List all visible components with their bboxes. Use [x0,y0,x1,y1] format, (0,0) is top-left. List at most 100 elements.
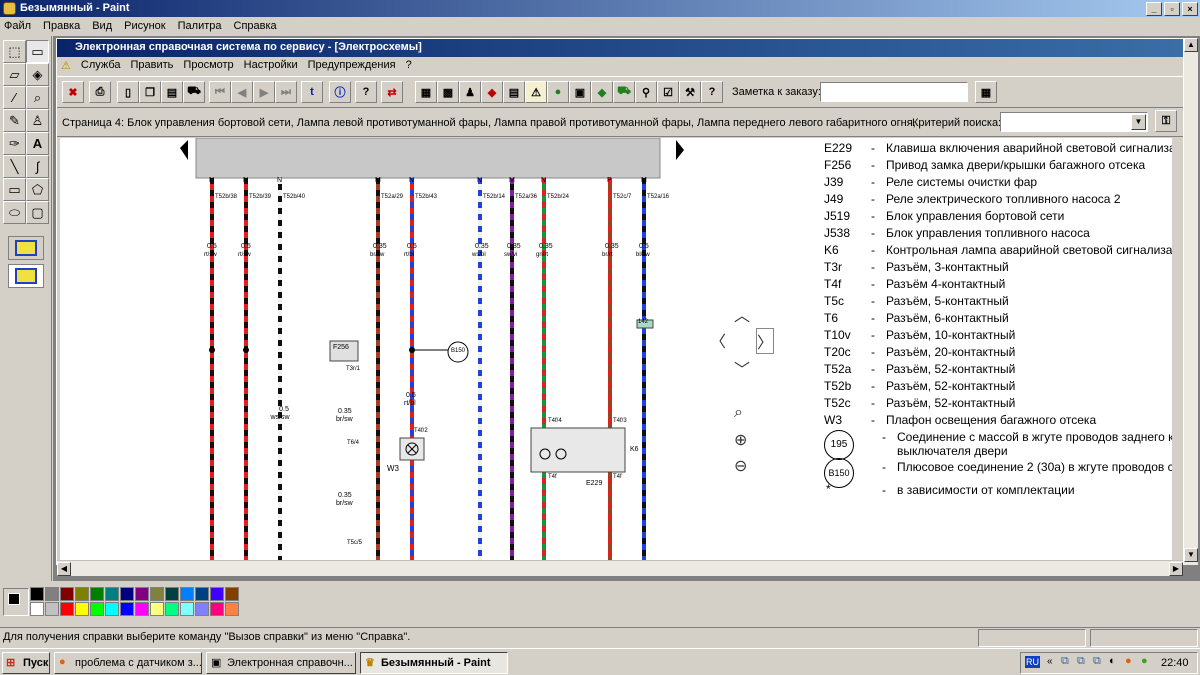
new-doc-icon[interactable]: ▯ [117,81,139,103]
palette-swatch[interactable] [60,602,74,616]
scroll-left-icon[interactable]: ◀ [57,562,71,576]
volume-icon[interactable]: ◐ [1109,655,1116,667]
ellipse-icon[interactable]: ⬭ [3,201,26,224]
zoom-fit-icon[interactable]: ⌕ [734,404,743,422]
grid-icon[interactable]: ▩ [437,81,459,103]
zoom-out-icon[interactable]: ⊖ [734,456,747,476]
airbrush-icon[interactable]: ✑ [3,132,26,155]
palette-swatch[interactable] [165,602,179,616]
last-page-icon[interactable]: ⏭ [275,81,297,103]
palette-swatch[interactable] [180,587,194,601]
palette-swatch[interactable] [120,587,134,601]
palette-swatch[interactable] [30,587,44,601]
menu-help[interactable]: Справка [234,20,277,36]
palette-swatch[interactable] [195,602,209,616]
car-icon[interactable]: ⛟ [183,81,205,103]
palette-swatch[interactable] [90,602,104,616]
car-green-icon[interactable]: ⛟ [613,81,635,103]
palette-swatch[interactable] [165,587,179,601]
palette-swatch[interactable] [105,602,119,616]
prev-page-icon[interactable]: ◀ [231,81,253,103]
eraser-icon[interactable]: ▱ [3,63,26,86]
palette-swatch[interactable] [150,602,164,616]
curve-icon[interactable]: ∫ [26,155,49,178]
menu-image[interactable]: Рисунок [124,20,166,36]
rectangle-icon[interactable]: ▭ [3,178,26,201]
rounded-rect-icon[interactable]: ▢ [26,201,49,224]
taskbar-item-browser[interactable]: ● проблема с датчиком з... [54,652,202,674]
palette-swatch[interactable] [135,602,149,616]
taskbar-item-service[interactable]: ▣ Электронная справочн... [206,652,356,674]
palette-swatch[interactable] [30,602,44,616]
tools-icon[interactable]: ⚒ [679,81,701,103]
network-icon[interactable]: ⧉ [1077,655,1085,668]
chevron-up-icon[interactable]: ︿ [734,302,750,326]
palette-swatch[interactable] [120,602,134,616]
text-tool-icon[interactable]: A [26,132,49,155]
scroll-down-icon[interactable]: ▼ [1184,548,1198,562]
menu-view[interactable]: Вид [92,20,112,36]
palette-swatch[interactable] [90,587,104,601]
menu-palette[interactable]: Палитра [178,20,222,36]
antivirus-icon[interactable]: ● [1125,655,1132,667]
palette-swatch[interactable] [45,587,59,601]
opaque-option[interactable] [8,236,44,260]
polygon-icon[interactable]: ⬠ [26,178,49,201]
update-icon[interactable]: ● [1141,655,1148,667]
help-icon[interactable]: ? [355,81,377,103]
menu-settings[interactable]: Настройки [244,59,298,75]
copy-icon[interactable]: ❐ [139,81,161,103]
palette-swatch[interactable] [135,587,149,601]
note-settings-icon[interactable]: ▦ [975,81,997,103]
menu-question[interactable]: ? [406,59,412,75]
palette-swatch[interactable] [210,602,224,616]
zoom-in-icon[interactable]: ⊕ [734,430,747,450]
info-icon[interactable]: ⓘ [329,81,351,103]
chevron-left-icon[interactable]: 〈 [710,328,726,352]
scroll-up-icon[interactable]: ▲ [1184,38,1198,52]
palette-swatch[interactable] [210,587,224,601]
palette-swatch[interactable] [75,587,89,601]
palette-swatch[interactable] [105,587,119,601]
tray-expand-icon[interactable]: « [1047,656,1053,667]
switch-icon[interactable]: ⇄ [381,81,403,103]
close-button[interactable]: × [1182,2,1198,16]
next-page-icon[interactable]: ▶ [253,81,275,103]
minimize-button[interactable]: _ [1146,2,1162,16]
palette-swatch[interactable] [180,602,194,616]
fill-icon[interactable]: ◈ [26,63,49,86]
transparent-option[interactable] [8,264,44,288]
search-criteria-select[interactable]: ▼ [1000,112,1148,132]
scroll-right-icon[interactable]: ▶ [1169,562,1183,576]
palette-swatch[interactable] [45,602,59,616]
search-go-icon[interactable]: ⚿ [1155,110,1177,132]
exit-icon[interactable]: ✖ [62,81,84,103]
first-page-icon[interactable]: ⏮ [209,81,231,103]
globe-icon[interactable]: ● [547,81,569,103]
horizontal-scrollbar[interactable]: ◀ ▶ [57,560,1183,576]
document-icon[interactable]: ▤ [503,81,525,103]
print-icon[interactable]: ⎙ [89,81,111,103]
calculator-icon[interactable]: ▦ [415,81,437,103]
chevron-right-icon[interactable]: 〉 [756,328,775,354]
menu-warnings[interactable]: Предупреждения [308,59,396,75]
palette-swatch[interactable] [195,587,209,601]
search-person-icon[interactable]: ⚲ [635,81,657,103]
service-app-title-bar[interactable]: Электронная справочная система по сервис… [57,39,1183,57]
menu-edit-app[interactable]: Править [131,59,174,75]
menu-file[interactable]: Файл [4,20,31,36]
doc-list-icon[interactable]: ▤ [161,81,183,103]
disk-icon[interactable]: ▣ [569,81,591,103]
maximize-button[interactable]: ▫ [1164,2,1180,16]
taskbar-item-paint[interactable]: ♛ Безымянный - Paint [360,652,508,674]
text-level-icon[interactable]: t [301,81,323,103]
palette-swatch[interactable] [225,587,239,601]
person-icon[interactable]: ♟ [459,81,481,103]
diamond-icon[interactable]: ◆ [591,81,613,103]
color-picker-icon[interactable]: ⁄ [3,86,26,109]
menu-view-app[interactable]: Просмотр [183,59,233,75]
menu-service[interactable]: Служба [81,59,121,75]
free-select-icon[interactable]: ⬚ [3,40,26,63]
palette-swatch[interactable] [75,602,89,616]
palette-swatch[interactable] [225,602,239,616]
